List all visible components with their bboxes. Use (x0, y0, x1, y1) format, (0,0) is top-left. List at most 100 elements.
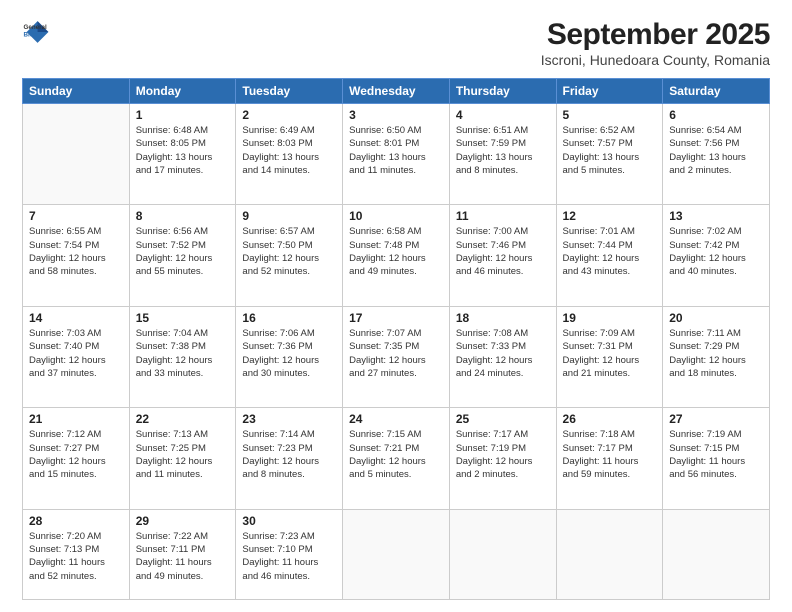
day-number: 29 (136, 514, 230, 528)
table-row (23, 104, 130, 205)
day-info: Sunrise: 7:11 AM Sunset: 7:29 PM Dayligh… (669, 327, 763, 380)
day-info: Sunrise: 7:18 AM Sunset: 7:17 PM Dayligh… (563, 428, 657, 481)
day-info: Sunrise: 6:54 AM Sunset: 7:56 PM Dayligh… (669, 124, 763, 177)
table-row: 16Sunrise: 7:06 AM Sunset: 7:36 PM Dayli… (236, 306, 343, 407)
table-row: 26 Sunrise: 7:18 AM Sunset: 7:17 PM Dayli… (556, 408, 663, 509)
day-info: Sunrise: 7:19 AM Sunset: 7:15 PM Dayligh… (669, 428, 763, 481)
col-wednesday: Wednesday (343, 79, 450, 104)
day-number: 21 (29, 412, 123, 426)
day-number: 23 (242, 412, 336, 426)
day-info: Sunrise: 7:22 AM Sunset: 7:11 PM Dayligh… (136, 530, 230, 583)
col-friday: Friday (556, 79, 663, 104)
day-number: 16 (242, 311, 336, 325)
table-row: 29 Sunrise: 7:22 AM Sunset: 7:11 PM Dayli… (129, 509, 236, 599)
table-row: 11 Sunrise: 7:00 AM Sunset: 7:46 PM Dayli… (449, 205, 556, 306)
table-row: 7 Sunrise: 6:55 AM Sunset: 7:54 PM Daylig… (23, 205, 130, 306)
day-info: Sunrise: 7:12 AM Sunset: 7:27 PM Dayligh… (29, 428, 123, 481)
day-number: 4 (456, 108, 550, 122)
day-info: Sunrise: 6:48 AM Sunset: 8:05 PM Dayligh… (136, 124, 230, 177)
table-row: 23 Sunrise: 7:14 AM Sunset: 7:23 PM Dayli… (236, 408, 343, 509)
day-number: 6 (669, 108, 763, 122)
day-info: Sunrise: 7:08 AM Sunset: 7:33 PM Dayligh… (456, 327, 550, 380)
header: General Blue September 2025 Iscroni, Hun… (22, 18, 770, 68)
day-number: 14 (29, 311, 123, 325)
day-number: 7 (29, 209, 123, 223)
table-row: 9 Sunrise: 6:57 AM Sunset: 7:50 PM Daylig… (236, 205, 343, 306)
calendar-week-row: 21 Sunrise: 7:12 AM Sunset: 7:27 PM Dayli… (23, 408, 770, 509)
col-tuesday: Tuesday (236, 79, 343, 104)
day-number: 12 (563, 209, 657, 223)
table-row: 30Sunrise: 7:23 AM Sunset: 7:10 PM Dayli… (236, 509, 343, 599)
day-info: Sunrise: 6:55 AM Sunset: 7:54 PM Dayligh… (29, 225, 123, 278)
day-info: Sunrise: 7:07 AM Sunset: 7:35 PM Dayligh… (349, 327, 443, 380)
page-subtitle: Iscroni, Hunedoara County, Romania (541, 52, 770, 68)
table-row: 13Sunrise: 7:02 AM Sunset: 7:42 PM Dayli… (663, 205, 770, 306)
day-info: Sunrise: 7:04 AM Sunset: 7:38 PM Dayligh… (136, 327, 230, 380)
table-row: 24 Sunrise: 7:15 AM Sunset: 7:21 PM Dayli… (343, 408, 450, 509)
day-info: Sunrise: 7:02 AM Sunset: 7:42 PM Dayligh… (669, 225, 763, 278)
svg-text:Blue: Blue (24, 32, 38, 39)
day-info: Sunrise: 6:49 AM Sunset: 8:03 PM Dayligh… (242, 124, 336, 177)
table-row: 17 Sunrise: 7:07 AM Sunset: 7:35 PM Dayli… (343, 306, 450, 407)
page-title: September 2025 (541, 18, 770, 52)
table-row: 6 Sunrise: 6:54 AM Sunset: 7:56 PM Daylig… (663, 104, 770, 205)
calendar-week-row: 1 Sunrise: 6:48 AM Sunset: 8:05 PM Daylig… (23, 104, 770, 205)
day-info: Sunrise: 7:09 AM Sunset: 7:31 PM Dayligh… (563, 327, 657, 380)
day-info: Sunrise: 7:13 AM Sunset: 7:25 PM Dayligh… (136, 428, 230, 481)
day-info: Sunrise: 6:58 AM Sunset: 7:48 PM Dayligh… (349, 225, 443, 278)
day-info: Sunrise: 7:20 AM Sunset: 7:13 PM Dayligh… (29, 530, 123, 583)
calendar-week-row: 14 Sunrise: 7:03 AM Sunset: 7:40 PM Dayli… (23, 306, 770, 407)
calendar-header-row: Sunday Monday Tuesday Wednesday Thursday… (23, 79, 770, 104)
table-row: 18 Sunrise: 7:08 AM Sunset: 7:33 PM Dayli… (449, 306, 556, 407)
table-row: 19 Sunrise: 7:09 AM Sunset: 7:31 PM Dayli… (556, 306, 663, 407)
table-row (343, 509, 450, 599)
day-number: 5 (563, 108, 657, 122)
day-number: 25 (456, 412, 550, 426)
table-row: 3 Sunrise: 6:50 AM Sunset: 8:01 PM Daylig… (343, 104, 450, 205)
day-number: 26 (563, 412, 657, 426)
table-row (449, 509, 556, 599)
day-number: 8 (136, 209, 230, 223)
day-number: 19 (563, 311, 657, 325)
calendar-week-row: 7 Sunrise: 6:55 AM Sunset: 7:54 PM Daylig… (23, 205, 770, 306)
table-row: 27 Sunrise: 7:19 AM Sunset: 7:15 PM Dayli… (663, 408, 770, 509)
day-number: 15 (136, 311, 230, 325)
col-sunday: Sunday (23, 79, 130, 104)
table-row: 20Sunrise: 7:11 AM Sunset: 7:29 PM Dayli… (663, 306, 770, 407)
day-number: 24 (349, 412, 443, 426)
day-number: 17 (349, 311, 443, 325)
day-number: 1 (136, 108, 230, 122)
table-row: 12 Sunrise: 7:01 AM Sunset: 7:44 PM Dayli… (556, 205, 663, 306)
day-info: Sunrise: 6:57 AM Sunset: 7:50 PM Dayligh… (242, 225, 336, 278)
day-number: 18 (456, 311, 550, 325)
col-monday: Monday (129, 79, 236, 104)
table-row: 22 Sunrise: 7:13 AM Sunset: 7:25 PM Dayli… (129, 408, 236, 509)
day-number: 3 (349, 108, 443, 122)
day-number: 2 (242, 108, 336, 122)
table-row: 4 Sunrise: 6:51 AM Sunset: 7:59 PM Daylig… (449, 104, 556, 205)
title-block: September 2025 Iscroni, Hunedoara County… (541, 18, 770, 68)
table-row (663, 509, 770, 599)
table-row: 5Sunrise: 6:52 AM Sunset: 7:57 PM Daylig… (556, 104, 663, 205)
table-row: 28Sunrise: 7:20 AM Sunset: 7:13 PM Dayli… (23, 509, 130, 599)
day-number: 30 (242, 514, 336, 528)
day-info: Sunrise: 7:03 AM Sunset: 7:40 PM Dayligh… (29, 327, 123, 380)
day-info: Sunrise: 7:15 AM Sunset: 7:21 PM Dayligh… (349, 428, 443, 481)
table-row: 21 Sunrise: 7:12 AM Sunset: 7:27 PM Dayli… (23, 408, 130, 509)
day-number: 9 (242, 209, 336, 223)
day-info: Sunrise: 6:50 AM Sunset: 8:01 PM Dayligh… (349, 124, 443, 177)
day-number: 22 (136, 412, 230, 426)
day-number: 11 (456, 209, 550, 223)
day-number: 27 (669, 412, 763, 426)
day-number: 10 (349, 209, 443, 223)
day-info: Sunrise: 6:56 AM Sunset: 7:52 PM Dayligh… (136, 225, 230, 278)
table-row (556, 509, 663, 599)
day-info: Sunrise: 7:14 AM Sunset: 7:23 PM Dayligh… (242, 428, 336, 481)
table-row: 1 Sunrise: 6:48 AM Sunset: 8:05 PM Daylig… (129, 104, 236, 205)
day-info: Sunrise: 7:00 AM Sunset: 7:46 PM Dayligh… (456, 225, 550, 278)
day-info: Sunrise: 6:51 AM Sunset: 7:59 PM Dayligh… (456, 124, 550, 177)
calendar-table: Sunday Monday Tuesday Wednesday Thursday… (22, 78, 770, 600)
day-info: Sunrise: 7:01 AM Sunset: 7:44 PM Dayligh… (563, 225, 657, 278)
day-info: Sunrise: 7:17 AM Sunset: 7:19 PM Dayligh… (456, 428, 550, 481)
svg-text:General: General (24, 24, 47, 31)
